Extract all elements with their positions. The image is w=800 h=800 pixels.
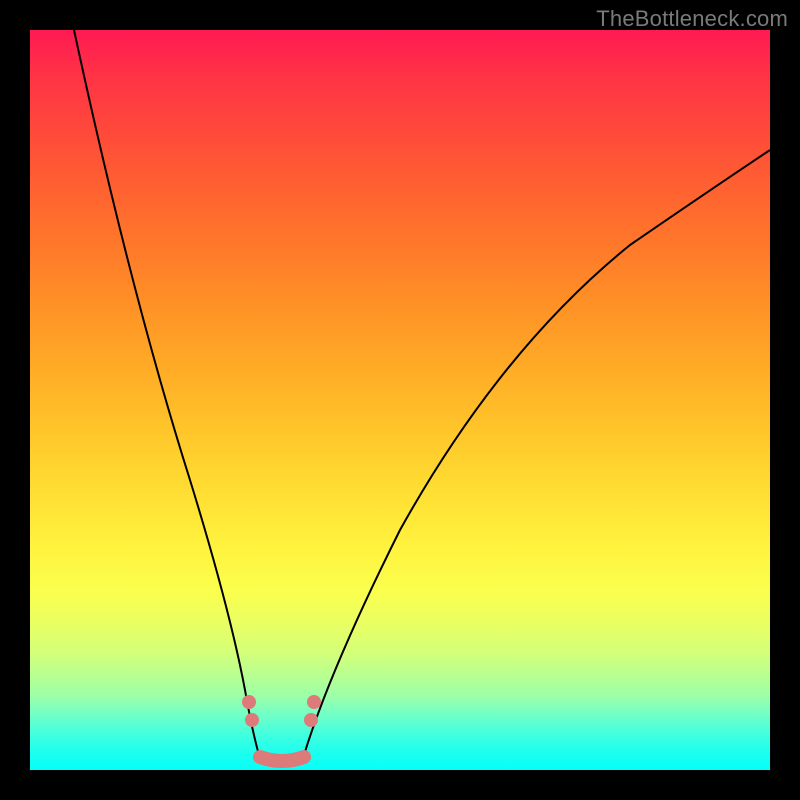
marker-floor-band	[260, 757, 304, 761]
curve-left-branch	[74, 30, 259, 755]
chart-svg	[30, 30, 770, 770]
chart-frame: TheBottleneck.com	[0, 0, 800, 800]
plot-area	[30, 30, 770, 770]
watermark-text: TheBottleneck.com	[596, 6, 788, 32]
marker-pair-left	[242, 695, 259, 727]
curve-right-branch	[304, 150, 770, 755]
